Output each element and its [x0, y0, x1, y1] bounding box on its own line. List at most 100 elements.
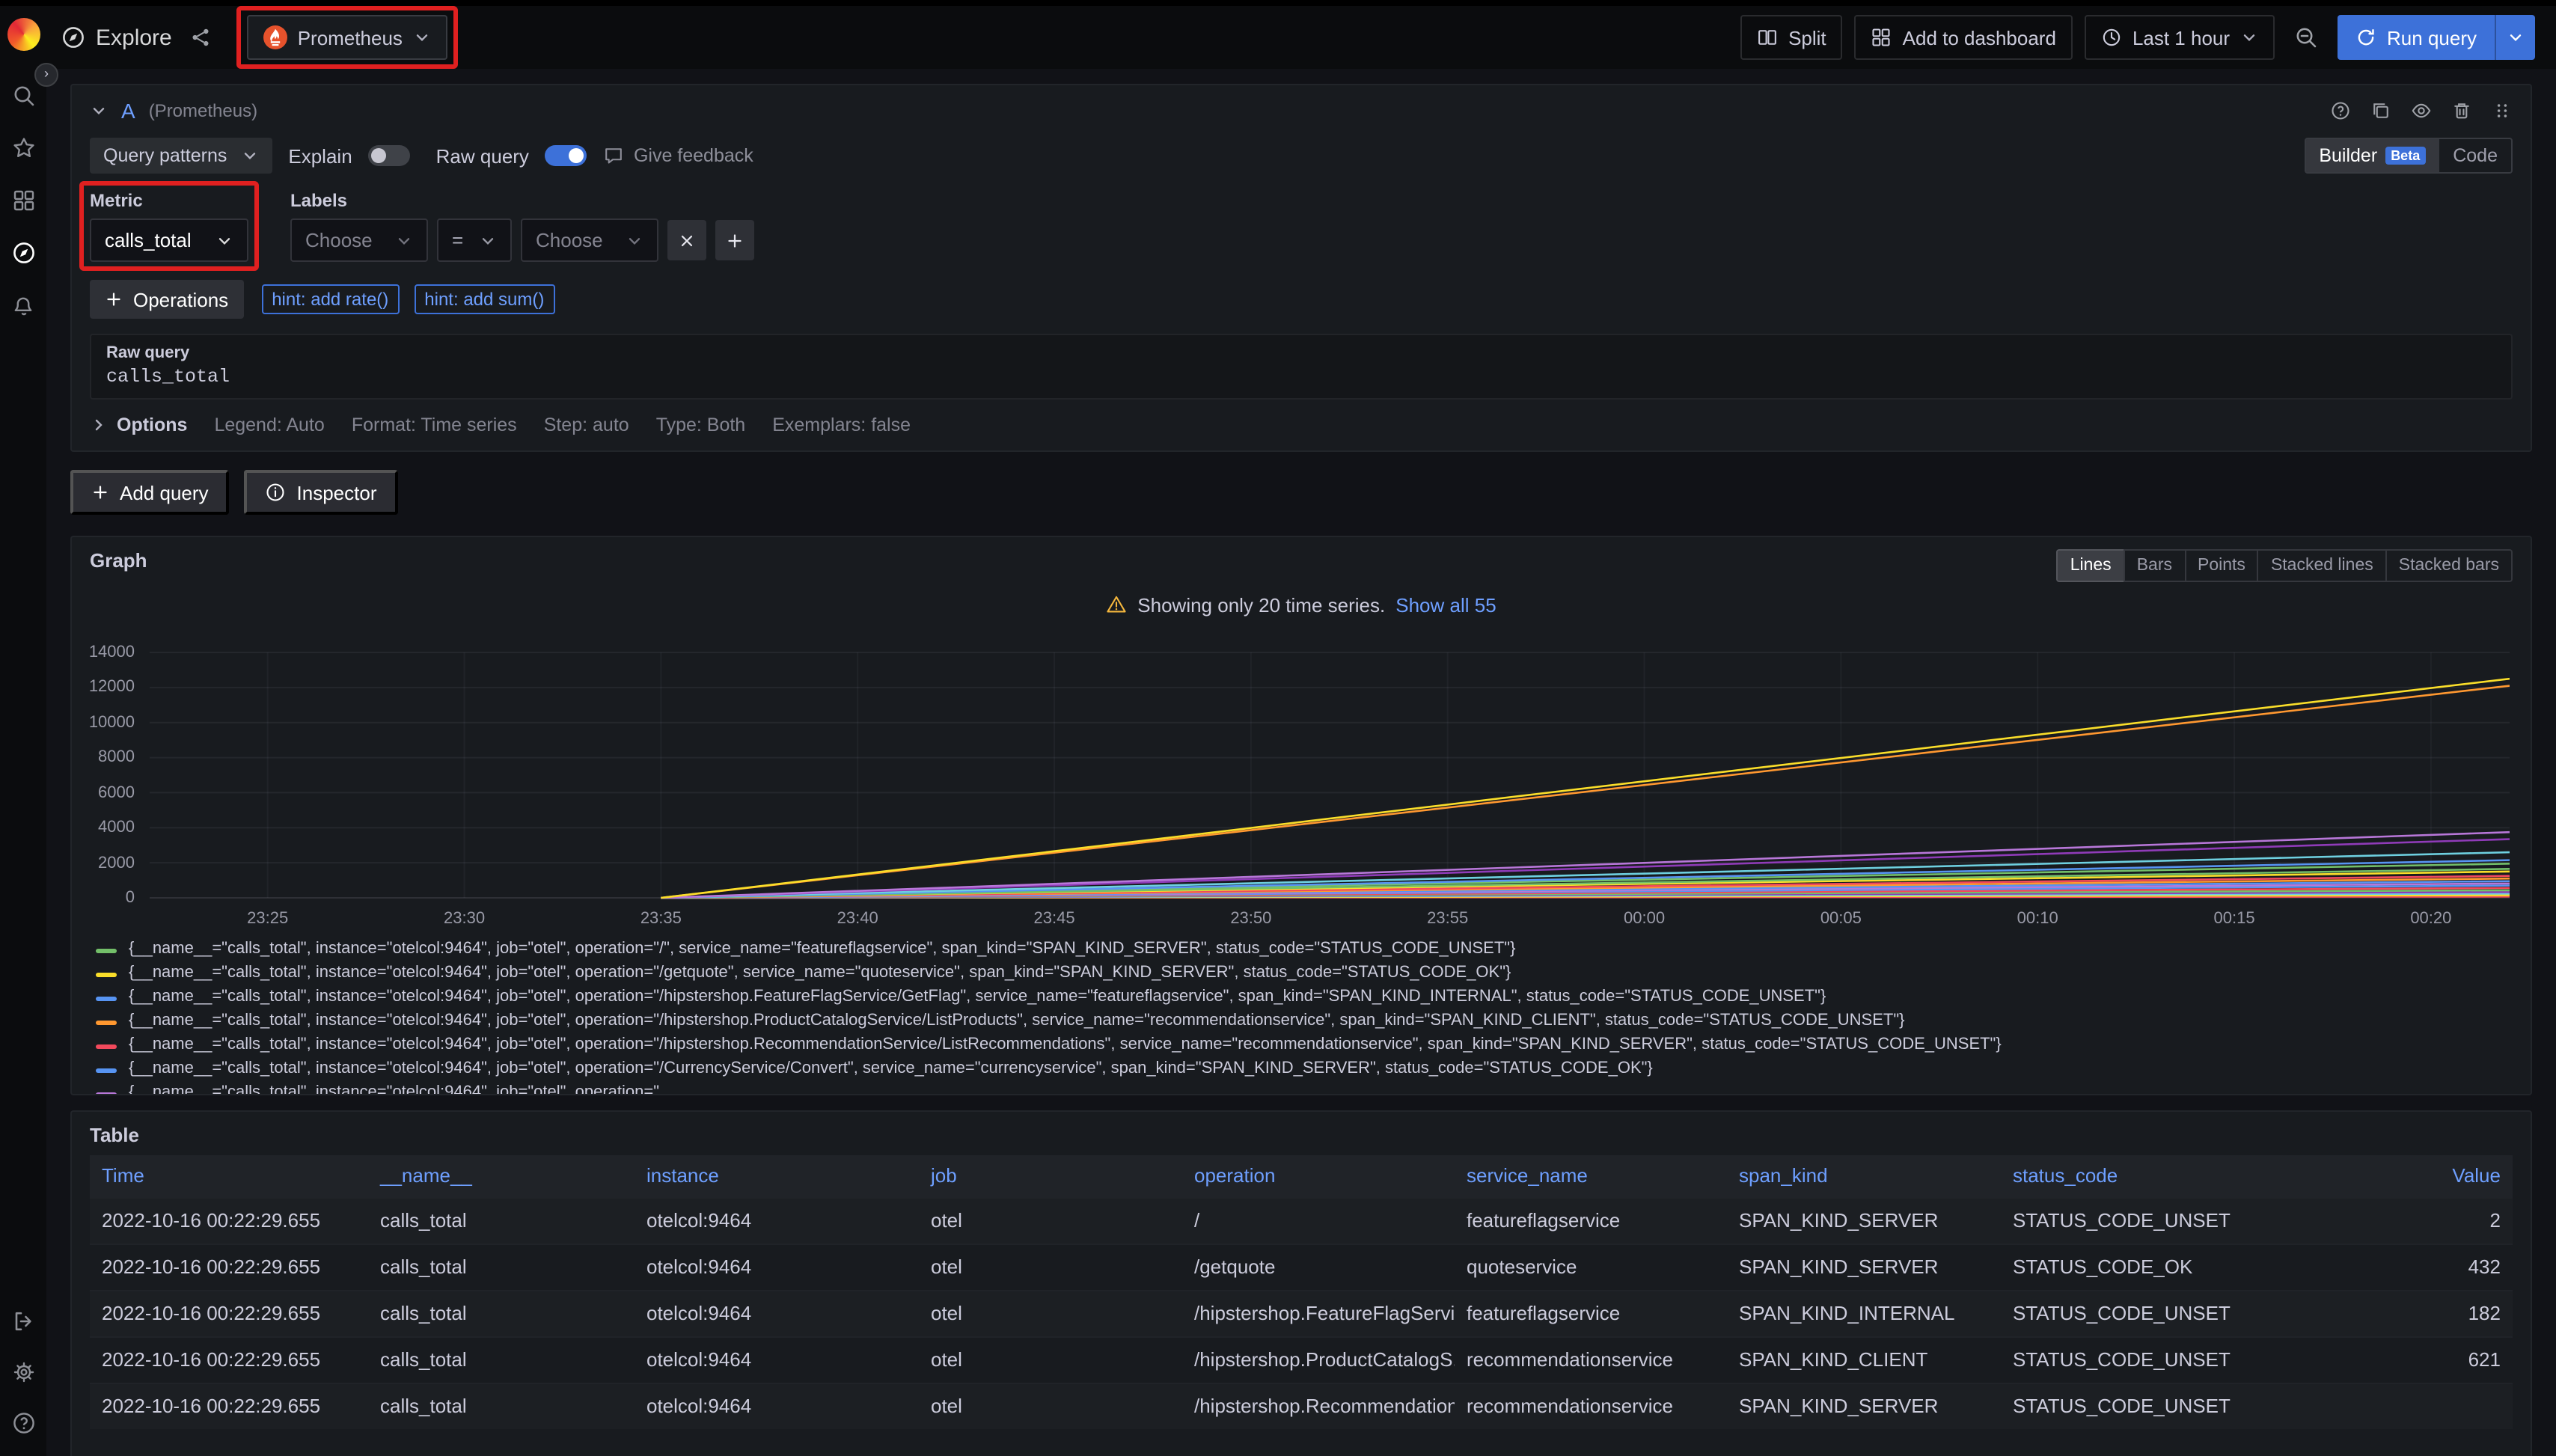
- query-options-row: Options Legend: AutoFormat: Time seriesS…: [90, 412, 2513, 438]
- column-header-status-code[interactable]: status_code: [2001, 1155, 2254, 1197]
- run-query-main[interactable]: Run query: [2338, 15, 2495, 60]
- sidebar-help-button[interactable]: [11, 1411, 35, 1435]
- sidebar-explore-button[interactable]: [11, 241, 35, 265]
- remove-query-button[interactable]: [2451, 100, 2472, 121]
- table-cell: /: [1182, 1197, 1455, 1244]
- table-cell: calls_total: [368, 1244, 635, 1290]
- graph-mode-stacked-lines[interactable]: Stacked lines: [2257, 549, 2387, 582]
- query-patterns-label: Query patterns: [103, 145, 227, 166]
- builder-mode-button[interactable]: Builder Beta: [2305, 139, 2439, 172]
- label-operator-select[interactable]: =: [437, 218, 512, 262]
- chevron-right-icon: [90, 416, 108, 434]
- column-header-service-name[interactable]: service_name: [1455, 1155, 1727, 1197]
- graph-mode-bars[interactable]: Bars: [2124, 549, 2186, 582]
- column-header-instance[interactable]: instance: [635, 1155, 919, 1197]
- run-query-button[interactable]: Run query: [2338, 15, 2535, 60]
- legend-series-label: {__name__="calls_total", instance="otelc…: [129, 964, 1511, 982]
- legend-series-label: {__name__="calls_total", instance="otelc…: [129, 1036, 2002, 1053]
- x-tick-label: 23:50: [1218, 910, 1284, 928]
- query-ref-id: A: [121, 99, 135, 123]
- graph-mode-stacked-bars[interactable]: Stacked bars: [2385, 549, 2513, 582]
- chevron-down-icon: [240, 147, 258, 165]
- collapse-chevron-icon[interactable]: [90, 102, 108, 120]
- sidebar-starred-button[interactable]: [11, 136, 35, 160]
- legend-item[interactable]: {__name__="calls_total", instance="otelc…: [96, 940, 2513, 964]
- x-tick-label: 23:40: [825, 910, 890, 928]
- sidebar-settings-button[interactable]: [11, 1360, 35, 1384]
- add-label-filter-button[interactable]: [715, 220, 754, 260]
- legend-item-partial[interactable]: {__name__="calls_total", instance="otelc…: [96, 1083, 2513, 1095]
- sidebar-dashboards-button[interactable]: [11, 189, 35, 212]
- legend-item[interactable]: {__name__="calls_total", instance="otelc…: [96, 964, 2513, 988]
- table-cell: otel: [919, 1197, 1182, 1244]
- query-hint-button[interactable]: hint: add rate(): [261, 284, 399, 314]
- raw-query-toggle[interactable]: [545, 145, 587, 166]
- legend-item[interactable]: {__name__="calls_total", instance="otelc…: [96, 988, 2513, 1012]
- label-operator-value: =: [452, 229, 463, 251]
- column-header-Time[interactable]: Time: [90, 1155, 368, 1197]
- inspector-button[interactable]: Inspector: [245, 470, 398, 515]
- table-cell: /hipstershop.Recommendation...: [1182, 1383, 1455, 1429]
- explain-toggle[interactable]: [369, 145, 411, 166]
- add-query-button[interactable]: Add query: [70, 470, 230, 515]
- column-header-span-kind[interactable]: span_kind: [1727, 1155, 2001, 1197]
- editor-mode-switch: Builder Beta Code: [2304, 138, 2513, 174]
- show-all-series-link[interactable]: Show all 55: [1395, 593, 1496, 616]
- refresh-icon: [2355, 27, 2376, 48]
- column-header-Value[interactable]: Value: [2254, 1155, 2513, 1197]
- zoom-out-time-button[interactable]: [2287, 25, 2326, 49]
- metric-select[interactable]: calls_total: [90, 218, 248, 262]
- zoom-out-icon: [2294, 25, 2318, 49]
- x-tick-label: 00:15: [2201, 910, 2267, 928]
- legend-item[interactable]: {__name__="calls_total", instance="otelc…: [96, 1036, 2513, 1059]
- disable-query-button[interactable]: [2411, 100, 2432, 121]
- sidebar-signin-button[interactable]: [11, 1309, 35, 1333]
- table-cell: SPAN_KIND_CLIENT: [1727, 1336, 2001, 1383]
- grafana-explore-page: › Explore Prometheus: [0, 0, 2556, 1456]
- options-title: Options: [117, 415, 187, 435]
- sidebar-alerting-button[interactable]: [11, 293, 35, 317]
- datasource-picker[interactable]: Prometheus: [247, 15, 447, 60]
- table-cell: otelcol:9464: [635, 1197, 919, 1244]
- table-cell: 2022-10-16 00:22:29.655: [90, 1244, 368, 1290]
- options-collapse[interactable]: Options: [90, 415, 187, 435]
- graph-mode-points[interactable]: Points: [2184, 549, 2259, 582]
- legend-item[interactable]: {__name__="calls_total", instance="otelc…: [96, 1059, 2513, 1083]
- grafana-logo[interactable]: [7, 18, 40, 51]
- column-header-operation[interactable]: operation: [1182, 1155, 1455, 1197]
- table-cell: SPAN_KIND_SERVER: [1727, 1197, 2001, 1244]
- warning-triangle-icon: [1106, 594, 1127, 615]
- table-cell: calls_total: [368, 1290, 635, 1336]
- sidebar-expand-button[interactable]: ›: [34, 63, 58, 87]
- label-name-select[interactable]: Choose: [290, 218, 428, 262]
- column-header---name--[interactable]: __name__: [368, 1155, 635, 1197]
- query-help-button[interactable]: [2330, 100, 2351, 121]
- gear-icon: [11, 1360, 35, 1384]
- grip-icon: [2492, 100, 2513, 121]
- split-button[interactable]: Split: [1740, 15, 1843, 60]
- drag-handle[interactable]: [2492, 100, 2513, 121]
- query-row-header: A (Prometheus): [90, 94, 2513, 127]
- star-icon: [11, 136, 35, 160]
- code-mode-button[interactable]: Code: [2439, 139, 2511, 172]
- inspector-label: Inspector: [297, 481, 377, 504]
- query-hint-button[interactable]: hint: add sum(): [414, 284, 554, 314]
- legend-item[interactable]: {__name__="calls_total", instance="otelc…: [96, 1012, 2513, 1036]
- query-patterns-dropdown[interactable]: Query patterns: [90, 138, 272, 174]
- run-query-dropdown[interactable]: [2495, 15, 2535, 60]
- graph-mode-lines[interactable]: Lines: [2057, 549, 2125, 582]
- run-query-label: Run query: [2387, 26, 2477, 49]
- raw-query-expression: calls_total: [106, 367, 2496, 388]
- remove-label-filter-button[interactable]: [667, 220, 706, 260]
- give-feedback-link[interactable]: Give feedback: [604, 145, 753, 166]
- duplicate-query-button[interactable]: [2370, 100, 2391, 121]
- share-shortlink-button[interactable]: [190, 27, 211, 48]
- time-range-picker[interactable]: Last 1 hour: [2085, 15, 2275, 60]
- sign-in-icon: [11, 1309, 35, 1333]
- label-value-select[interactable]: Choose: [521, 218, 658, 262]
- sidebar-search-button[interactable]: [11, 84, 35, 108]
- table-cell: STATUS_CODE_UNSET: [2001, 1290, 2254, 1336]
- add-operation-button[interactable]: Operations: [90, 280, 243, 319]
- column-header-job[interactable]: job: [919, 1155, 1182, 1197]
- add-to-dashboard-button[interactable]: Add to dashboard: [1855, 15, 2073, 60]
